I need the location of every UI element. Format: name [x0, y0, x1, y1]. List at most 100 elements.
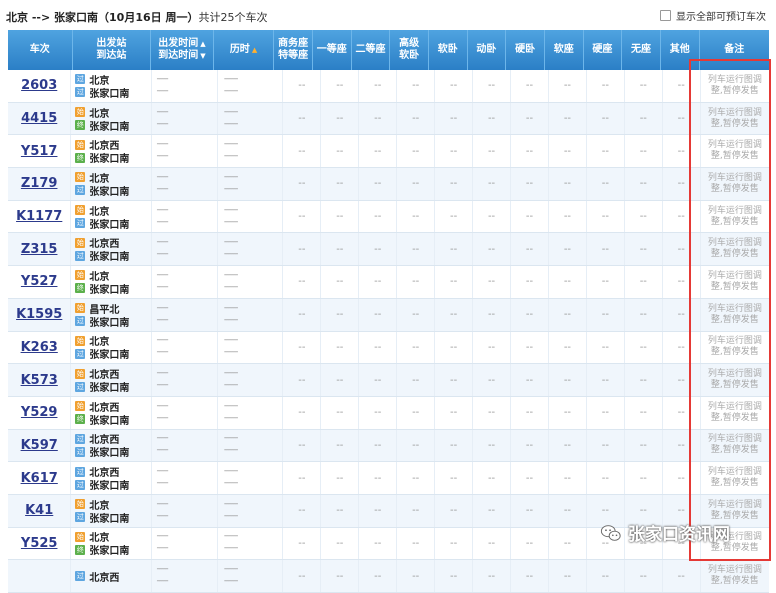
col-other-label: 其他: [669, 44, 690, 55]
train-number-link[interactable]: Y517: [8, 135, 72, 168]
note-line-1: 列车运行图调: [707, 336, 762, 347]
times-cell: ----- -----: [152, 396, 218, 429]
train-number-link[interactable]: K263: [8, 331, 72, 364]
train-number-link[interactable]: K1177: [8, 200, 72, 233]
arrive-time: -----: [156, 281, 168, 292]
seat-cell: --: [587, 560, 625, 592]
seat-cell: --: [435, 168, 474, 200]
train-number-link[interactable]: K597: [8, 429, 72, 462]
depart-time: -----: [156, 302, 168, 313]
seat-cell: --: [549, 494, 587, 527]
duration-cell: ------ ------: [218, 331, 284, 364]
note-cell: 列车运行图调 整,暂停发售: [701, 299, 769, 331]
seat-cell: --: [435, 298, 474, 331]
seat-cell: --: [549, 364, 587, 396]
seat-cell: --: [625, 102, 663, 135]
seat-cell: --: [549, 135, 587, 168]
col-to-label: 到达站: [96, 50, 127, 61]
train-number-link[interactable]: 2603: [8, 70, 72, 102]
sort-arrive-time[interactable]: 到达时间: [158, 50, 205, 62]
times-cell: ----- -----: [152, 494, 218, 527]
stations-cell: 始北京终张家口南: [71, 527, 153, 560]
seat-cell: --: [587, 462, 625, 494]
seat-cell: --: [321, 396, 360, 429]
note-line-1: 列车运行图调: [707, 107, 762, 118]
depart-time: -----: [156, 498, 168, 509]
times-cell: ----- -----: [152, 364, 218, 396]
to-station: 过张家口南: [75, 315, 151, 329]
col-business-label-2: 特等座: [278, 50, 309, 61]
seat-cell: --: [663, 364, 701, 396]
train-number-link[interactable]: K617: [8, 462, 72, 494]
seat-cell: --: [359, 102, 398, 135]
arrive-time: -----: [156, 412, 168, 423]
train-number-link[interactable]: Z315: [8, 233, 72, 266]
train-number-link[interactable]: K1595: [8, 298, 72, 331]
train-number-link[interactable]: K573: [8, 364, 72, 396]
seat-cell: --: [625, 396, 663, 429]
train-number-link[interactable]: Y529: [8, 396, 72, 429]
duration-line-1: ------: [223, 498, 238, 509]
train-number-link[interactable]: Z179: [8, 168, 72, 200]
stations-cell: 过北京过张家口南: [71, 70, 153, 102]
note-line-2: 整,暂停发售: [710, 380, 759, 391]
depart-time: -----: [156, 139, 168, 150]
table-header: 车次 出发站 到达站 出发时间 到达时间 历时 商务座 特等座 一等座 二等座 …: [8, 30, 769, 70]
sort-duration[interactable]: 历时: [230, 44, 257, 56]
station-badge-icon: 过: [75, 348, 86, 359]
seat-cell: --: [321, 200, 360, 233]
train-number-link[interactable]: [8, 560, 72, 592]
seat-cell: --: [587, 331, 625, 364]
station-badge-icon: 始: [75, 401, 86, 412]
duration-line-2: ------: [223, 249, 238, 260]
show-all-label: 显示全部可预订车次: [676, 12, 766, 23]
to-station: 过张家口南: [75, 511, 151, 525]
note-cell: 列车运行图调 整,暂停发售: [701, 103, 769, 135]
sort-depart-time[interactable]: 出发时间: [158, 38, 205, 50]
note-line-1: 列车运行图调: [707, 205, 762, 216]
arrive-time: -----: [156, 543, 168, 554]
station-badge-icon: 始: [75, 237, 86, 248]
note-cell: 列车运行图调 整,暂停发售: [701, 364, 769, 396]
seat-cell: --: [511, 168, 549, 200]
to-station: 终张家口南: [75, 151, 151, 165]
train-number-link[interactable]: 4415: [8, 102, 72, 135]
col-no-seat-label: 无座: [631, 44, 652, 55]
seat-cell: --: [435, 233, 474, 266]
times-cell: ----- -----: [152, 331, 218, 364]
col-duration[interactable]: 历时: [214, 30, 275, 70]
seat-cell: --: [549, 396, 587, 429]
seat-cell: --: [359, 168, 398, 200]
duration-line-2: ------: [223, 118, 238, 129]
train-number-link[interactable]: Y525: [8, 527, 72, 560]
seat-cell: --: [473, 233, 512, 266]
seat-cell: --: [359, 135, 398, 168]
duration-cell: ------ ------: [218, 527, 284, 560]
to-station: 过张家口南: [75, 347, 151, 361]
note-line-2: 整,暂停发售: [710, 118, 759, 129]
seat-cell: --: [587, 102, 625, 135]
seat-cell: --: [435, 135, 474, 168]
seat-cell: --: [321, 168, 360, 200]
table-row: Z315 始北京西过张家口南 ----- ----- ------ ------ -- -- -…: [8, 233, 769, 267]
note-cell: 列车运行图调 整,暂停发售: [701, 430, 769, 462]
to-station-name: 张家口南: [89, 448, 130, 460]
seat-cell: --: [397, 102, 436, 135]
duration-line-2: ------: [223, 543, 238, 554]
seat-cell: --: [549, 560, 587, 592]
table-row: Y517 始北京西终张家口南 ----- ----- ------ ------ -- -- -…: [8, 135, 769, 169]
col-other: 其他: [661, 30, 700, 70]
note-line-2: 整,暂停发售: [710, 412, 759, 423]
col-times[interactable]: 出发时间 到达时间: [151, 30, 214, 70]
to-station: 过张家口南: [75, 184, 151, 198]
times-cell: ----- -----: [152, 527, 218, 560]
show-all-checkbox[interactable]: [660, 10, 671, 21]
train-number-link[interactable]: Y527: [8, 266, 72, 298]
from-station: 过北京西: [75, 570, 151, 584]
route-title: 北京 --> 张家口南（10月16日 周一）共计25个车次: [6, 9, 267, 25]
train-number-link[interactable]: K41: [8, 494, 72, 527]
seat-cell: --: [397, 233, 436, 266]
table-row: Z179 始北京过张家口南 ----- ----- ------ ------ -- -- --…: [8, 168, 769, 201]
show-all-bookable[interactable]: 显示全部可预订车次: [660, 8, 766, 23]
seat-cell: --: [359, 560, 398, 592]
